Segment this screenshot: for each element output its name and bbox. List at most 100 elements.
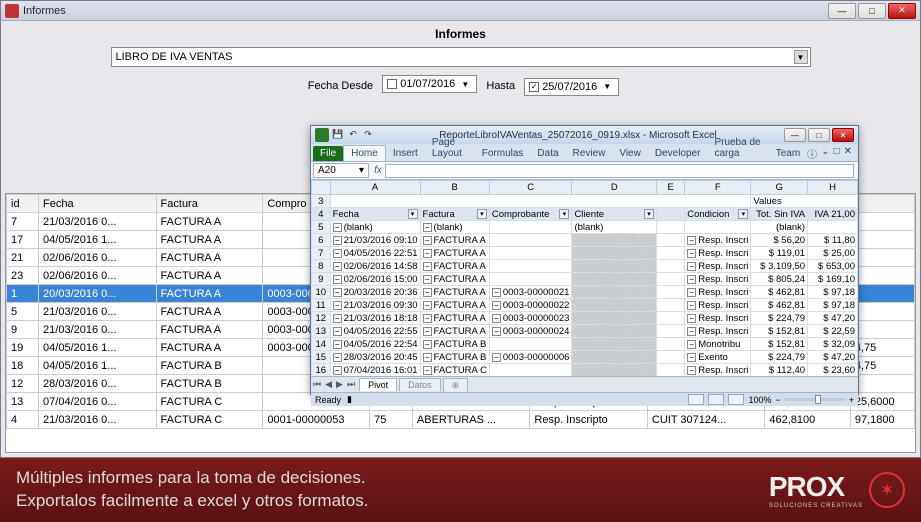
pivot-field-header[interactable]: Comprobante▾ xyxy=(489,208,572,221)
ribbon-tab-formulas[interactable]: Formulas xyxy=(475,146,531,161)
collapse-icon: − xyxy=(333,301,342,310)
sheet-nav-next[interactable]: ▶ xyxy=(334,379,345,390)
help-icon: ⓘ xyxy=(807,146,817,161)
excel-grid[interactable]: ABCDEFGH3Values4Fecha▾Factura▾Comprobant… xyxy=(311,180,858,376)
collapse-icon: − xyxy=(333,288,342,297)
col-header[interactable]: C xyxy=(489,181,572,195)
filter-dropdown-icon: ▾ xyxy=(559,209,569,219)
col-header[interactable]: A xyxy=(330,181,420,195)
name-box[interactable]: A20▾ xyxy=(313,163,369,178)
checkbox-icon[interactable] xyxy=(387,79,397,89)
ribbon-tab-page-layout[interactable]: Page Layout xyxy=(425,135,475,161)
pivot-row[interactable]: 11−21/03/2016 09:30−FACTURA A−0003-00000… xyxy=(312,299,858,312)
pivot-row[interactable]: 9−02/06/2016 15:00−FACTURA A−Resp. Inscr… xyxy=(312,273,858,286)
minimize-button[interactable]: — xyxy=(828,3,856,19)
fx-icon[interactable]: fx xyxy=(371,165,385,176)
pivot-field-header[interactable] xyxy=(657,208,685,221)
ribbon-tab-prueba-de-carga[interactable]: Prueba de carga xyxy=(707,135,768,161)
report-select[interactable]: LIBRO DE IVA VENTAS ▼ xyxy=(111,47,811,67)
grid-col-header[interactable] xyxy=(850,195,914,213)
pivot-row[interactable]: 6−21/03/2016 09:10−FACTURA A−Resp. Inscr… xyxy=(312,234,858,247)
footer-line2: Exportalos facilmente a excel y otros fo… xyxy=(16,490,368,513)
view-break-button[interactable] xyxy=(728,394,744,405)
col-header[interactable]: G xyxy=(751,181,808,195)
iva21-header: IVA 21,00 xyxy=(808,208,858,221)
col-header[interactable]: D xyxy=(572,181,657,195)
pivot-row[interactable]: 7−04/05/2016 22:51−FACTURA A−Resp. Inscr… xyxy=(312,247,858,260)
pivot-row[interactable]: 10−20/03/2016 20:36−FACTURA A−0003-00000… xyxy=(312,286,858,299)
collapse-icon: − xyxy=(333,236,342,245)
view-layout-button[interactable] xyxy=(708,394,724,405)
sheet-tab-pivot[interactable]: Pivot xyxy=(359,378,397,391)
zoom-slider[interactable] xyxy=(785,398,845,401)
pivot-row[interactable]: 14−04/05/2016 22:54−FACTURA B−Monotribu$… xyxy=(312,338,858,351)
window-titlebar[interactable]: Informes — □ ✕ xyxy=(1,1,920,21)
ribbon-tab-developer[interactable]: Developer xyxy=(648,146,708,161)
ribbon-help[interactable]: ⓘ⌄□✕ xyxy=(807,146,856,161)
excel-titlebar[interactable]: 💾 ↶ ↷ ReporteLibroIVAVentas_25072016_091… xyxy=(311,126,858,144)
sheet-tab-new[interactable]: ⊕ xyxy=(443,378,469,392)
ribbon-tab-insert[interactable]: Insert xyxy=(386,146,425,161)
checkbox-icon[interactable]: ✓ xyxy=(529,82,539,92)
chevron-down-icon: ▾ xyxy=(359,165,364,176)
dropdown-icon[interactable]: ▼ xyxy=(794,50,808,64)
save-icon[interactable]: 💾 xyxy=(332,129,344,141)
ribbon-tab-team[interactable]: Team xyxy=(769,146,807,161)
pivot-row[interactable]: 16−07/04/2016 16:01−FACTURA C−Resp. Insc… xyxy=(312,364,858,377)
ribbon-tab-home[interactable]: Home xyxy=(343,145,386,161)
sheet-nav-first[interactable]: ⏮ xyxy=(311,379,323,390)
collapse-icon: − xyxy=(333,353,342,362)
footer-line1: Múltiples informes para la toma de decis… xyxy=(16,467,368,490)
chevron-down-icon[interactable]: ▼ xyxy=(458,80,472,89)
close-button[interactable]: ✕ xyxy=(888,3,916,19)
col-header[interactable]: B xyxy=(420,181,489,195)
fecha-desde-label: Fecha Desde xyxy=(308,80,373,92)
zoom-out-button[interactable]: − xyxy=(775,395,780,405)
excel-maximize-button[interactable]: □ xyxy=(808,128,830,142)
undo-icon[interactable]: ↶ xyxy=(347,129,359,141)
view-normal-button[interactable] xyxy=(688,394,704,405)
pivot-field-header[interactable]: Fecha▾ xyxy=(330,208,420,221)
collapse-icon: − xyxy=(333,275,342,284)
ribbon-tab-data[interactable]: Data xyxy=(530,146,565,161)
grid-col-header[interactable]: id xyxy=(7,195,39,213)
table-row[interactable]: 421/03/2016 0...FACTURA C0001-0000005375… xyxy=(7,411,915,429)
pivot-row[interactable]: 15−28/03/2016 20:45−FACTURA B−0003-00000… xyxy=(312,351,858,364)
excel-minimize-button[interactable]: — xyxy=(784,128,806,142)
grid-col-header[interactable]: Fecha xyxy=(39,195,157,213)
values-label: Values xyxy=(751,195,858,208)
pivot-row[interactable]: 8−02/06/2016 14:58−FACTURA A−Resp. Inscr… xyxy=(312,260,858,273)
fecha-desde-input[interactable]: 01/07/2016 ▼ xyxy=(382,75,477,93)
maximize-button[interactable]: □ xyxy=(858,3,886,19)
quick-access-toolbar[interactable]: 💾 ↶ ↷ xyxy=(332,129,374,141)
pivot-field-header[interactable]: Cliente▾ xyxy=(572,208,657,221)
app-icon xyxy=(5,4,19,18)
ribbon-tab-review[interactable]: Review xyxy=(566,146,613,161)
fecha-hasta-input[interactable]: ✓ 25/07/2016 ▼ xyxy=(524,78,619,96)
col-header[interactable]: H xyxy=(808,181,858,195)
grid-col-header[interactable]: Factura xyxy=(156,195,263,213)
ribbon-tab-file[interactable]: File xyxy=(313,146,343,161)
ribbon-tab-view[interactable]: View xyxy=(612,146,648,161)
zoom-in-button[interactable]: + xyxy=(849,395,854,405)
formula-bar[interactable] xyxy=(385,164,854,178)
chevron-down-icon[interactable]: ▼ xyxy=(600,82,614,91)
macro-icon[interactable]: ▮ xyxy=(347,394,352,405)
tot-sin-iva-header: Tot. Sin IVA xyxy=(751,208,808,221)
excel-close-button[interactable]: ✕ xyxy=(832,128,854,142)
collapse-icon: − xyxy=(333,340,342,349)
filter-dropdown-icon: ▾ xyxy=(408,209,418,219)
pivot-row[interactable]: 13−04/05/2016 22:55−FACTURA A−0003-00000… xyxy=(312,325,858,338)
pivot-row[interactable]: 12−21/03/2016 18:18−FACTURA A−0003-00000… xyxy=(312,312,858,325)
redo-icon[interactable]: ↷ xyxy=(362,129,374,141)
sheet-nav-last[interactable]: ⏭ xyxy=(345,379,357,390)
col-header[interactable]: E xyxy=(657,181,685,195)
pivot-field-header[interactable]: Factura▾ xyxy=(420,208,489,221)
sheet-nav-prev[interactable]: ◀ xyxy=(323,379,334,390)
sheet-tab-datos[interactable]: Datos xyxy=(399,378,441,391)
pivot-row[interactable]: 5−(blank)−(blank)(blank)(blank) xyxy=(312,221,858,234)
select-all-corner[interactable] xyxy=(312,181,331,195)
col-header[interactable]: F xyxy=(685,181,751,195)
pivot-field-header[interactable]: Condicion▾ xyxy=(685,208,751,221)
hasta-label: Hasta xyxy=(486,80,515,92)
